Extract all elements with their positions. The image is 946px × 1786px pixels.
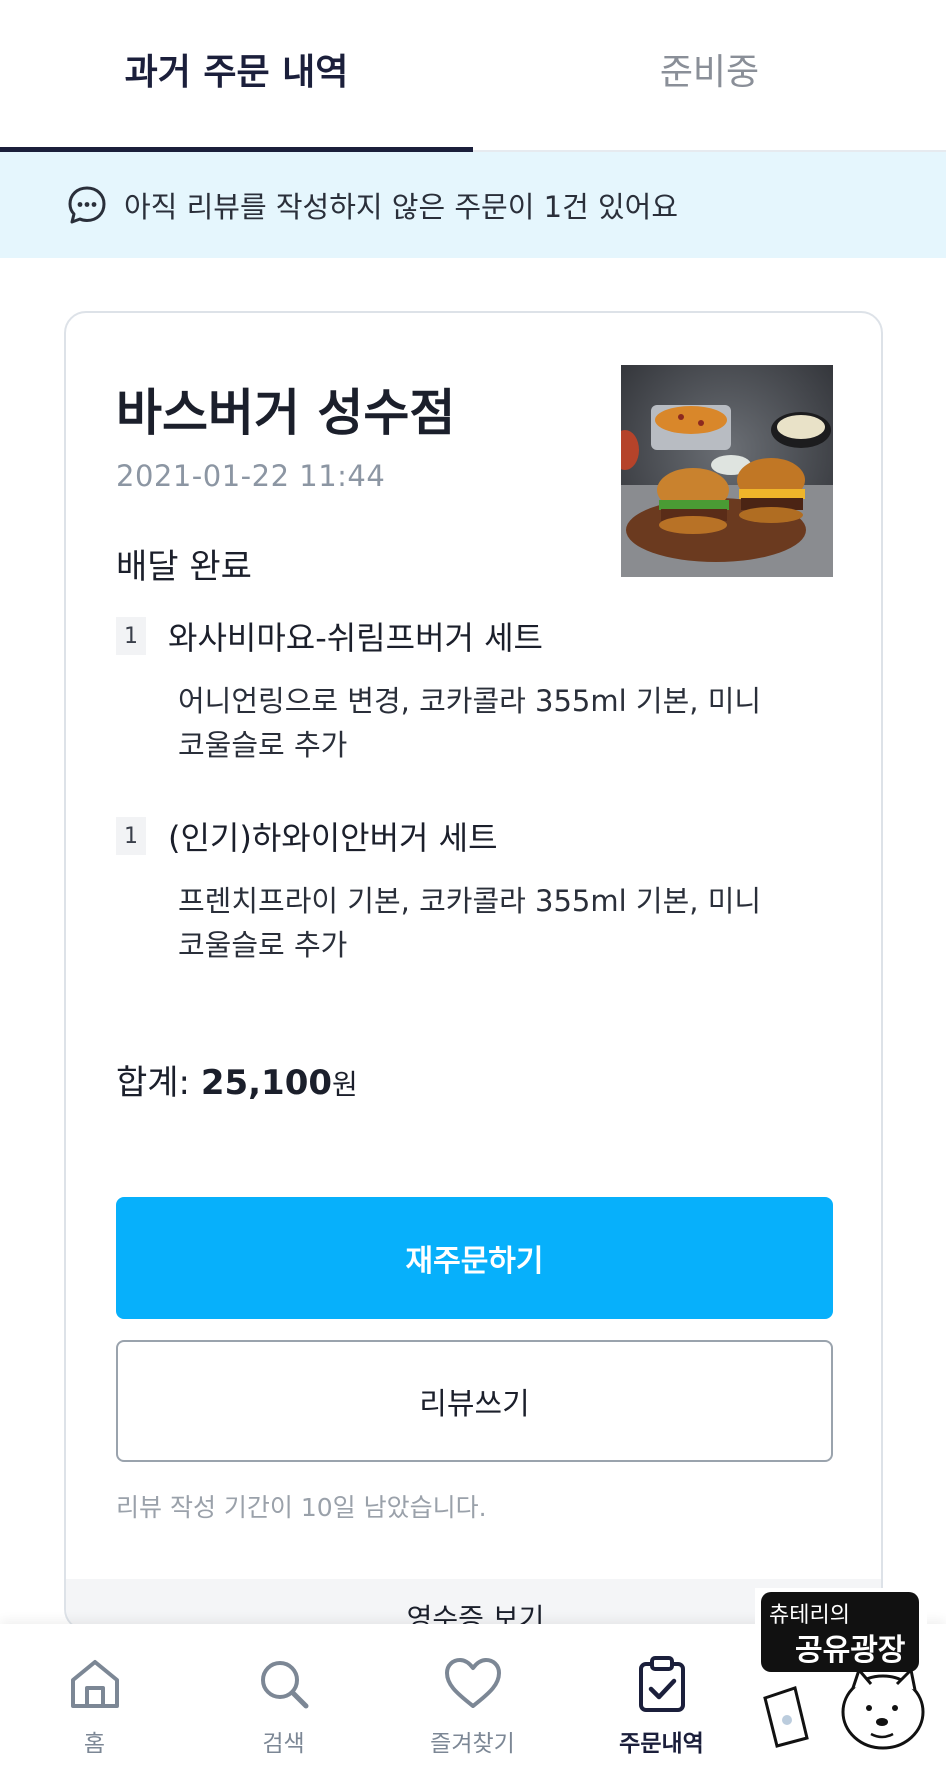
nav-home[interactable]: 홈 [0,1624,189,1786]
watermark-stamp: 츄테리의 공유광장 [755,1588,927,1752]
store-name[interactable]: 바스버거 성수점 [116,373,455,445]
item-options-line: 코울슬로 추가 [178,728,348,762]
review-notice-banner[interactable]: 아직 리뷰를 작성하지 않은 주문이 1건 있어요 [0,152,946,258]
nav-search[interactable]: 검색 [189,1624,378,1786]
review-period-text: 리뷰 작성 기간이 10일 남았습니다. [116,1493,487,1522]
nav-label: 검색 [262,1731,305,1757]
svg-text:츄테리의: 츄테리의 [769,1603,850,1628]
item-options: 어니언링으로 변경, 코카콜라 355ml 기본, 미니 코울슬로 추가 [178,679,778,767]
home-icon [70,1660,119,1708]
item-name: 와사비마요-쉬림프버거 세트 [168,619,543,657]
nav-label: 주문내역 [619,1731,704,1757]
total-unit: 원 [332,1068,358,1101]
write-review-button[interactable]: 리뷰쓰기 [116,1340,833,1462]
item-quantity: 1 [116,617,146,655]
item-options-line: 코울슬로 추가 [178,928,348,962]
order-tabs: 과거 주문 내역 준비중 [0,0,946,152]
total-label: 합계: [116,1063,191,1103]
item-options: 프렌치프라이 기본, 코카콜라 355ml 기본, 미니 코울슬로 추가 [178,879,778,967]
order-history-screen: 과거 주문 내역 준비중 아직 리뷰를 작성하지 않은 주문이 1건 있어요 바… [0,0,946,1786]
search-icon [260,1661,308,1709]
clipboard-check-icon [638,1656,685,1712]
tab-past-orders[interactable]: 과거 주문 내역 [0,0,473,152]
item-options-line: 프렌치프라이 기본, 코카콜라 355ml 기본, 미니 [178,884,762,918]
svg-text:공유광장: 공유광장 [795,1633,906,1668]
order-card: 바스버거 성수점 2021-01-22 11:44 배달 완료 1 와사비마요-… [64,311,883,1631]
nav-label: 홈 [83,1731,106,1757]
nav-favorites[interactable]: 즐겨찾기 [378,1624,567,1786]
tab-preparing[interactable]: 준비중 [473,0,946,150]
order-total: 합계: 25,100원 [116,1055,358,1104]
notice-text: 아직 리뷰를 작성하지 않은 주문이 1건 있어요 [124,190,679,224]
reorder-button[interactable]: 재주문하기 [116,1197,833,1319]
item-quantity: 1 [116,817,146,855]
order-date: 2021-01-22 11:44 [116,459,386,493]
nav-orders[interactable]: 주문내역 [567,1624,756,1786]
store-thumbnail[interactable] [621,365,833,577]
order-status: 배달 완료 [116,547,252,587]
heart-icon [444,1658,501,1708]
chat-bubble-icon [68,186,106,224]
item-options-line: 어니언링으로 변경, 코카콜라 355ml 기본, 미니 [178,684,762,718]
total-amount: 25,100 [200,1063,333,1103]
item-name: (인기)하와이안버거 세트 [168,819,498,857]
nav-label: 즐겨찾기 [430,1731,515,1757]
